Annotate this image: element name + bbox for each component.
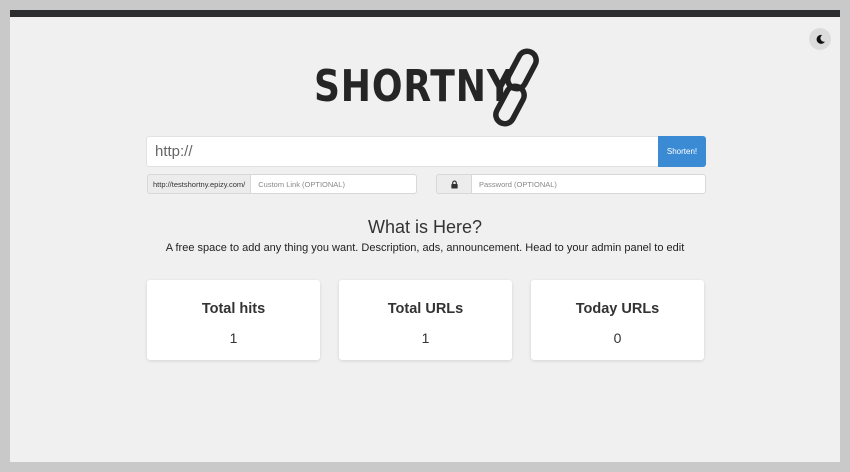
shorten-button[interactable]: Shorten! — [658, 136, 706, 167]
custom-link-group: http://testshortny.epizy.com/ — [147, 174, 417, 194]
chain-link-icon — [493, 48, 539, 127]
password-input[interactable] — [471, 174, 706, 194]
url-input[interactable] — [146, 136, 658, 167]
stat-label: Today URLs — [575, 301, 660, 317]
stat-label: Total URLs — [387, 301, 464, 317]
logo-text: SHORTNY — [314, 61, 514, 112]
info-description: A free space to add any thing you want. … — [165, 242, 685, 254]
domain-prefix: http://testshortny.epizy.com/ — [147, 174, 251, 194]
logo[interactable]: SHORTNY — [314, 48, 539, 127]
app-window: SHORTNY Shorten! http://testshortny.epiz… — [10, 10, 840, 462]
shorten-url-form: Shorten! — [146, 136, 706, 167]
lock-icon — [450, 180, 458, 189]
stat-card-total-hits: Total hits 1 — [147, 280, 320, 360]
lock-addon — [436, 174, 471, 194]
password-group — [436, 174, 706, 194]
stat-card-today-urls: Today URLs 0 — [531, 280, 704, 360]
custom-link-input[interactable] — [250, 174, 417, 194]
moon-icon — [816, 34, 825, 44]
stat-label: Total hits — [201, 301, 266, 317]
info-title: What is Here? — [367, 217, 483, 237]
stat-value: 1 — [421, 330, 430, 346]
stat-value: 1 — [229, 330, 238, 346]
stat-card-total-urls: Total URLs 1 — [339, 280, 512, 360]
stat-value: 0 — [613, 330, 622, 346]
theme-toggle-button[interactable] — [809, 28, 831, 50]
